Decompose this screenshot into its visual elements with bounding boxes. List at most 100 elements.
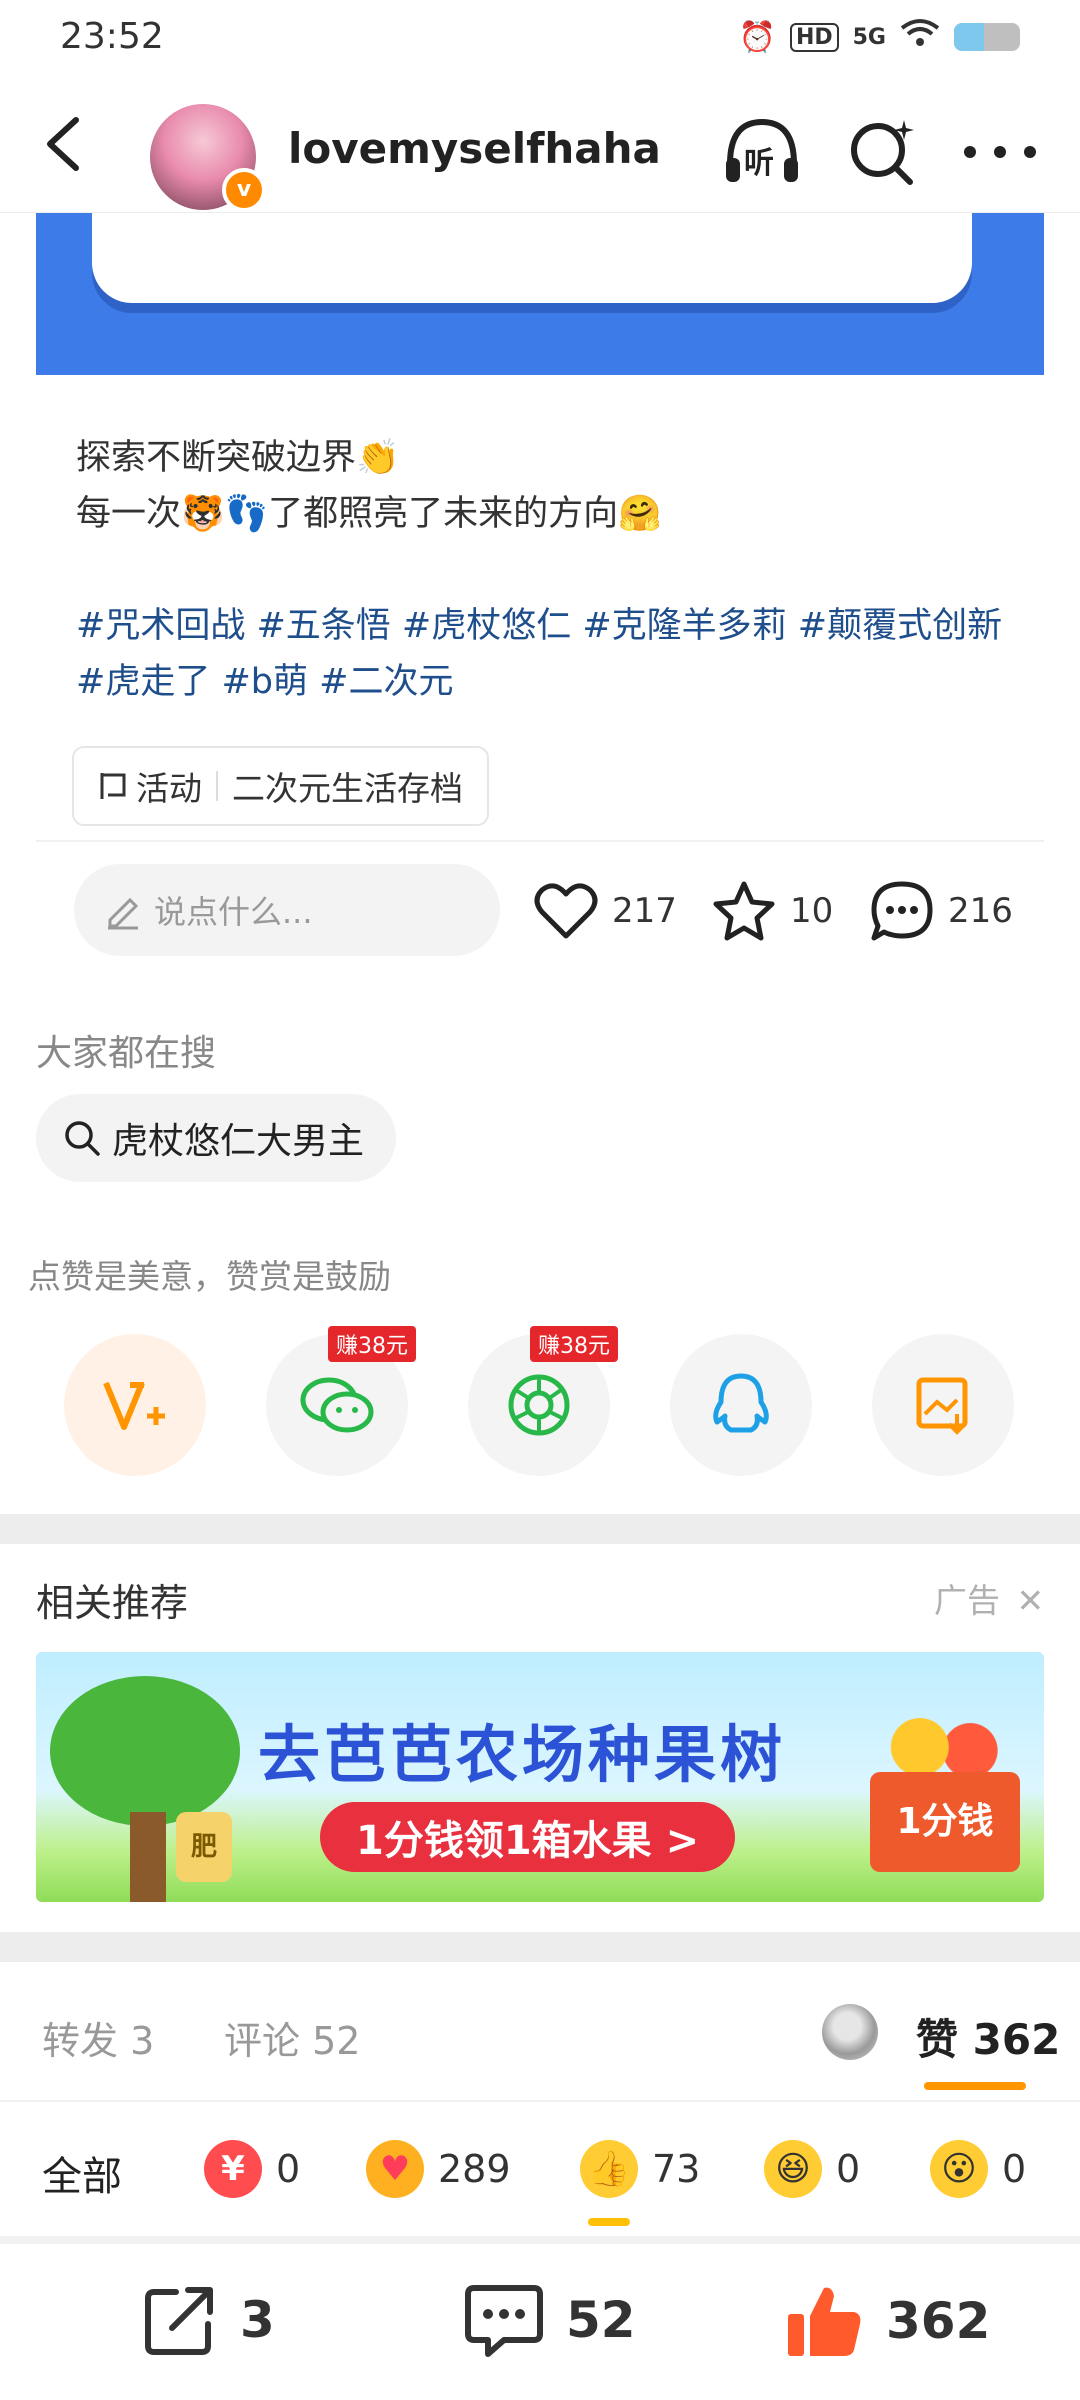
battery-icon <box>954 23 1020 51</box>
bottom-comment-button[interactable]: 52 <box>464 2282 636 2358</box>
close-icon: ✕ <box>1016 1581 1045 1620</box>
reaction-filter-heart[interactable]: ♥ 289 <box>366 2140 511 2198</box>
activity-label: 活动 <box>136 769 202 808</box>
wifi-icon <box>900 18 940 56</box>
ad-label: 广告 <box>934 1581 1000 1620</box>
reaction-filter-laugh[interactable]: 😆 0 <box>764 2140 860 2198</box>
search-icon <box>851 120 914 185</box>
favorite-button[interactable]: 10 <box>712 876 833 946</box>
share-arrow-icon <box>145 2287 213 2355</box>
search-button[interactable] <box>848 116 918 186</box>
tab-likes-label: 赞 <box>916 2015 959 2064</box>
comment-bubble-icon <box>871 881 933 941</box>
active-reaction-indicator <box>588 2218 630 2226</box>
tree-illustration <box>50 1676 240 1826</box>
ad-cta-button[interactable]: 1分钱领1箱水果 > <box>320 1802 736 1872</box>
fruit-box: 1分钱 <box>870 1772 1020 1872</box>
reaction-filter-all[interactable]: 全部 <box>42 2144 122 2202</box>
thumbs-up-filled-icon <box>788 2287 861 2356</box>
section-separator <box>0 1514 1080 1544</box>
wechat-icon <box>300 1377 374 1433</box>
moments-reward-badge: 赚38元 <box>530 1326 618 1362</box>
vplus-icon <box>103 1381 165 1430</box>
qq-penguin-icon <box>713 1373 769 1433</box>
reaction-filter-surprised[interactable]: 😮 0 <box>930 2140 1026 2198</box>
save-image-button[interactable] <box>872 1334 1014 1476</box>
reward-icon: ¥ <box>204 2140 262 2198</box>
fertilizer-bag: 肥 <box>176 1812 232 1882</box>
status-bar: 23:52 ⏰ HD 5G <box>0 0 1080 80</box>
share-wechat-button[interactable]: 赚38元 <box>266 1326 416 1476</box>
reaction-count: 0 <box>836 2147 861 2191</box>
top-nav-bar: v lovemyselfhaha 听 <box>0 80 1080 213</box>
tab-likes-count: 362 <box>972 2015 1061 2064</box>
reaction-count: 73 <box>652 2147 701 2191</box>
post-line-1: 探索不断突破边界👏 <box>76 438 400 478</box>
more-options-button[interactable] <box>960 132 1040 172</box>
ad-headline: 去芭芭农场种果树 <box>258 1718 787 1791</box>
reaction-count: 0 <box>276 2147 301 2191</box>
surprised-emoji-icon: 😮 <box>930 2140 988 2198</box>
post-image[interactable] <box>36 213 1044 375</box>
post-text: 探索不断突破边界👏 每一次🐯👣了都照亮了未来的方向🤗 #咒术回战 #五条悟 #虎… <box>76 430 1016 710</box>
wechat-reward-badge: 赚38元 <box>328 1326 416 1362</box>
ad-banner[interactable]: 肥 去芭芭农场种果树 1分钱领1箱水果 > 1分钱 <box>36 1652 1044 1902</box>
reaction-filter-reward[interactable]: ¥ 0 <box>204 2140 300 2198</box>
listen-button[interactable]: 听 <box>722 116 802 186</box>
more-dots-icon <box>964 146 1036 158</box>
comment-input[interactable]: 说点什么... <box>74 864 500 956</box>
post-line-2: 每一次🐯👣了都照亮了未来的方向🤗 <box>76 494 662 534</box>
bottom-like-button[interactable]: 362 <box>784 2282 990 2360</box>
comment-bubble-icon <box>465 2285 543 2357</box>
alarm-icon: ⏰ <box>738 19 776 55</box>
share-hint: 点赞是美意，赞赏是鼓励 <box>28 1257 391 1296</box>
signal-5g-icon: 5G <box>852 24 886 50</box>
pencil-icon <box>108 897 139 930</box>
section-separator <box>0 1932 1080 1962</box>
heart-card-icon: ♥ <box>366 2140 424 2198</box>
bottom-repost-button[interactable]: 3 <box>142 2282 275 2358</box>
laugh-emoji-icon: 😆 <box>764 2140 822 2198</box>
star-icon <box>713 881 775 941</box>
share-vplus-button[interactable] <box>64 1334 206 1476</box>
activity-flag-icon <box>100 773 126 799</box>
bottom-comment-count: 52 <box>566 2291 636 2349</box>
trending-query: 虎杖悠仁大男主 <box>112 1121 365 1162</box>
username[interactable]: lovemyselfhaha <box>288 124 661 173</box>
share-moments-button[interactable]: 赚38元 <box>468 1326 618 1476</box>
listen-label: 听 <box>744 146 774 181</box>
chevron-left-icon <box>47 117 79 171</box>
divider <box>0 2236 1080 2244</box>
comments-button[interactable]: 216 <box>870 876 1013 946</box>
comment-count: 216 <box>948 891 1013 931</box>
heart-icon <box>534 883 598 939</box>
reaction-filter-row: 全部 ¥ 0 ♥ 289 👍 73 😆 0 😮 0 <box>0 2102 1080 2236</box>
reaction-filter-thumbs-up[interactable]: 👍 73 <box>580 2140 700 2198</box>
liker-avatar[interactable] <box>822 2004 878 2060</box>
tab-repost[interactable]: 转发 3 <box>42 2010 154 2065</box>
bottom-repost-count: 3 <box>240 2291 275 2349</box>
like-button[interactable]: 217 <box>534 876 677 946</box>
share-qq-button[interactable] <box>670 1334 812 1476</box>
status-icons: ⏰ HD 5G <box>739 18 1020 56</box>
activity-chip[interactable]: 活动 二次元生活存档 <box>72 746 489 826</box>
bottom-like-count: 362 <box>886 2292 991 2350</box>
back-button[interactable] <box>36 114 96 174</box>
divider <box>36 840 1044 842</box>
reaction-count: 0 <box>1002 2147 1027 2191</box>
ad-close-button[interactable]: 广告 ✕ <box>934 1574 1044 1622</box>
hd-icon: HD <box>789 22 839 52</box>
bottom-action-bar: 3 52 362 <box>0 2244 1080 2400</box>
tab-comments[interactable]: 评论 52 <box>224 2010 360 2065</box>
favorite-count: 10 <box>790 891 834 931</box>
comment-placeholder: 说点什么... <box>154 893 313 931</box>
camera-aperture-icon <box>508 1374 570 1436</box>
activity-name: 二次元生活存档 <box>232 769 463 808</box>
trending-search-chip[interactable]: 虎杖悠仁大男主 <box>36 1094 397 1182</box>
active-tab-indicator <box>924 2082 1026 2090</box>
thumbs-up-emoji-icon: 👍 <box>580 2140 638 2198</box>
like-count: 217 <box>612 891 677 931</box>
tab-likes[interactable]: 赞 362 <box>916 2006 1060 2067</box>
post-hashtags[interactable]: #咒术回战 #五条悟 #虎杖悠仁 #克隆羊多莉 #颠覆式创新 #虎走了 #b萌 … <box>76 598 1016 710</box>
download-image-icon <box>916 1377 968 1435</box>
